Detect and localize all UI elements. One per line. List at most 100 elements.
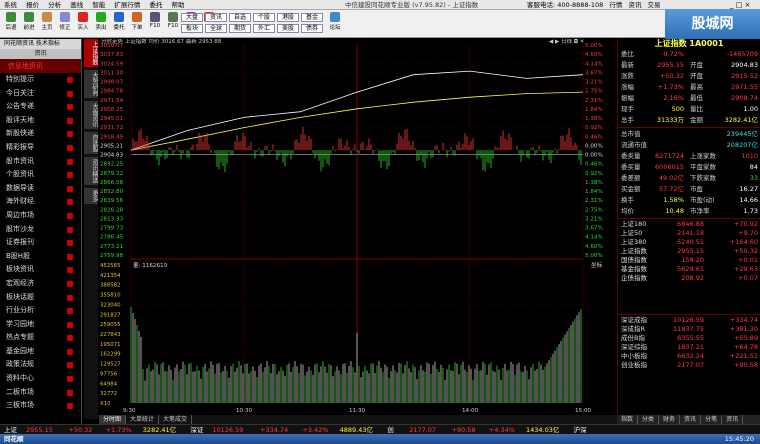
chart-nav-icons[interactable]: ◀ ▶ 日线 ◘ ✕ <box>549 37 584 45</box>
index-row[interactable]: 中小板指 6632.24 +221.51 <box>618 352 760 361</box>
sidebar-item[interactable]: 数据导读 <box>0 182 81 196</box>
home-button[interactable]: 主页 <box>39 12 55 31</box>
menu-draw[interactable]: 画线 <box>70 1 83 9</box>
link-trade[interactable]: 交易 <box>648 1 661 9</box>
vtab[interactable]: 资讯精选 <box>84 157 98 185</box>
bottom-tab[interactable]: 分时图 <box>99 415 127 424</box>
index-row[interactable]: 基金指数 5629.61 +29.63 <box>618 265 760 274</box>
title-bar: 系统 报价 分析 画线 智能 扩展行情 委托 帮助 中信建投同花顺专业版 (v7… <box>0 0 760 10</box>
sidebar-item[interactable]: 二板市场 <box>0 386 81 400</box>
index-row[interactable]: 深证成指 10126.59 +334.74 <box>618 316 760 325</box>
box-market[interactable]: 大盘 <box>181 13 203 22</box>
index-row[interactable]: 上证380 5240.51 +164.60 <box>618 238 760 247</box>
box-global[interactable]: 全球 <box>205 24 227 33</box>
vtab[interactable]: 大盘资讯 <box>84 101 98 129</box>
order-button[interactable]: 委托 <box>111 12 127 31</box>
sidebar-tabs[interactable]: 同花顺资讯 技术指标 <box>0 39 81 49</box>
box-us[interactable]: 美股 <box>277 24 299 33</box>
sidebar-item[interactable]: 特别提示 <box>0 73 81 87</box>
box-futures[interactable]: 期货 <box>229 24 251 33</box>
quote-value: 500 <box>671 105 684 113</box>
sidebar-item[interactable]: 板块资讯 <box>0 263 81 277</box>
f10-button[interactable]: F10 <box>147 12 163 29</box>
box-news[interactable]: 资讯 <box>205 13 227 22</box>
menu-analysis[interactable]: 分析 <box>48 1 61 9</box>
sidebar-item[interactable]: 海外财经 <box>0 195 81 209</box>
sell-button[interactable]: 卖出 <box>93 12 109 31</box>
link-quote[interactable]: 行情 <box>609 1 622 9</box>
forum-button[interactable]: 论坛 <box>327 12 343 31</box>
place-order-button[interactable]: 下单 <box>129 12 145 31</box>
sidebar-item[interactable]: 板块话题 <box>0 291 81 305</box>
f10-button-2[interactable]: F10 <box>165 12 181 29</box>
sidebar-item[interactable]: 公告专递 <box>0 100 81 114</box>
sidebar-item[interactable]: 股评天地 <box>0 114 81 128</box>
quote-tab[interactable]: 分笔 <box>701 415 723 424</box>
sidebar-item[interactable]: 股市沙龙 <box>0 223 81 237</box>
index-row[interactable]: 上证指数 2955.15 +50.32 <box>618 247 760 256</box>
menu-smart[interactable]: 智能 <box>92 1 105 9</box>
box-forex[interactable]: 外汇 <box>253 24 275 33</box>
box-bond[interactable]: 债券 <box>301 24 323 33</box>
index-row[interactable]: 深成指R 11837.75 +391.30 <box>618 325 760 334</box>
box-stock[interactable]: 个股 <box>253 13 275 22</box>
sidebar-item[interactable]: 宏观经济 <box>0 277 81 291</box>
sidebar-item[interactable]: 精彩报导 <box>0 141 81 155</box>
sidebar-item-label: 热点专题 <box>6 333 34 342</box>
index-row[interactable]: 上证50 2141.18 +9.70 <box>618 229 760 238</box>
forward-button[interactable]: 前进 <box>21 12 37 31</box>
chart-svg[interactable]: 分时走势 上证指数 均价 3016.67 最新 2953.88 ◀ ▶ 日线 ◘ … <box>99 37 616 415</box>
sidebar-subtab[interactable]: 资讯 <box>0 49 81 59</box>
quote-tab[interactable]: 资讯 <box>680 415 702 424</box>
bottom-tab[interactable]: 大笔成交 <box>159 415 193 424</box>
quote-tab[interactable]: 资讯 <box>722 415 744 424</box>
bottom-tab[interactable]: 大单统计 <box>126 415 160 424</box>
sidebar-item[interactable]: 今日关注 <box>0 87 81 101</box>
vtab[interactable]: 更多 <box>84 188 98 204</box>
sidebar-item[interactable]: 新股快递 <box>0 127 81 141</box>
start-button[interactable]: 同花顺 <box>4 434 24 444</box>
menu-trade[interactable]: 委托 <box>149 1 162 9</box>
menu-help[interactable]: 帮助 <box>172 1 185 9</box>
sidebar-item[interactable]: 热点专题 <box>0 331 81 345</box>
fix-button[interactable]: 修正 <box>57 12 73 31</box>
box-hk[interactable]: 港股 <box>277 13 299 22</box>
index-row[interactable]: 企债指数 208.92 +0.07 <box>618 274 760 283</box>
vtab[interactable]: 大势研判 <box>84 70 98 98</box>
vtab[interactable]: 自选股 <box>84 132 98 154</box>
intraday-chart[interactable]: 分时走势 上证指数 均价 3016.67 最新 2953.88 ◀ ▶ 日线 ◘ … <box>99 37 616 415</box>
sidebar-item[interactable]: 基金园地 <box>0 345 81 359</box>
vtab[interactable]: 上证指数 <box>84 39 98 67</box>
sidebar-item[interactable]: 周边市场 <box>0 209 81 223</box>
index-row[interactable]: 创业板指 2177.07 +90.58 <box>618 361 760 370</box>
sidebar-item[interactable]: B股H股 <box>0 250 81 264</box>
box-watchlist[interactable]: 自选 <box>229 13 251 22</box>
sidebar-item[interactable]: 学习园地 <box>0 318 81 332</box>
sidebar-item[interactable]: 证券报刊 <box>0 236 81 250</box>
sidebar-item[interactable]: 股市资讯 <box>0 155 81 169</box>
buy-button[interactable]: 买入 <box>75 12 91 31</box>
menu-quote[interactable]: 报价 <box>26 1 39 9</box>
link-news[interactable]: 资讯 <box>628 1 641 9</box>
sidebar-item[interactable]: 三板市场 <box>0 399 81 413</box>
index-row[interactable]: 成份B指 6355.55 +55.89 <box>618 334 760 343</box>
volume-axis-button[interactable]: 坐标 <box>591 261 603 269</box>
sidebar-item[interactable]: 行业分析 <box>0 304 81 318</box>
index-row[interactable]: 国债指数 158.20 +0.01 <box>618 256 760 265</box>
volume-tick-label: 129527 <box>100 362 121 368</box>
sidebar-item[interactable]: 政策法规 <box>0 358 81 372</box>
sidebar-item[interactable]: 个股资讯 <box>0 168 81 182</box>
menu-extended[interactable]: 扩展行情 <box>114 1 140 9</box>
quote-value: 1.73 <box>743 207 758 215</box>
box-fund[interactable]: 基金 <box>301 13 323 22</box>
quote-tab[interactable]: 指数 <box>617 415 639 424</box>
quote-tab[interactable]: 分类 <box>638 415 660 424</box>
sidebar-item[interactable]: 资料中心 <box>0 372 81 386</box>
menu-system[interactable]: 系统 <box>4 1 17 9</box>
box-sector[interactable]: 板块 <box>181 24 203 33</box>
index-row[interactable]: 深证综指 1837.21 +64.78 <box>618 343 760 352</box>
ad-banner[interactable]: 股城网 <box>665 9 760 39</box>
quote-tab[interactable]: 财务 <box>659 415 681 424</box>
back-button[interactable]: 后退 <box>3 12 19 31</box>
index-row[interactable]: 上证180 6846.88 +70.92 <box>618 220 760 229</box>
